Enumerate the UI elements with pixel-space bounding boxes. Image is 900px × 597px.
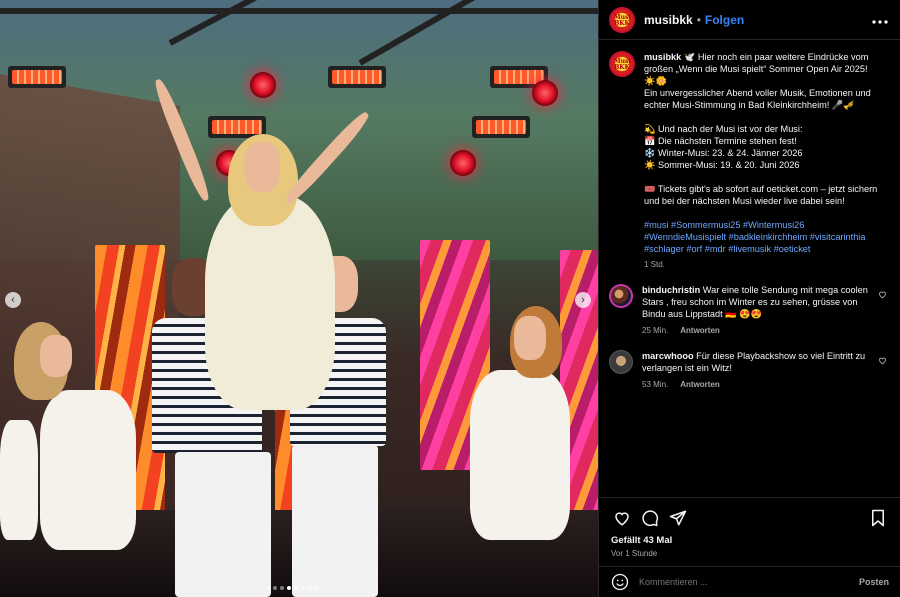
- dancer-pants: [175, 452, 271, 597]
- follow-button[interactable]: Folgen: [705, 13, 744, 27]
- post-sidebar: Musi BKK musibkk • Folgen Musi BKK musib…: [598, 0, 900, 597]
- emoji-icon[interactable]: [611, 573, 629, 591]
- bookmark-icon[interactable]: [867, 507, 889, 529]
- stage-light: [472, 116, 530, 138]
- more-horizontal-icon[interactable]: [872, 11, 888, 28]
- comment-bar: Posten: [599, 566, 900, 597]
- caption-line: ❄️ Winter-Musi: 23. & 24. Jänner 2026: [644, 148, 803, 158]
- comment-item: marcwhooo Für diese Playbackshow so viel…: [609, 350, 887, 391]
- commenter-avatar[interactable]: [609, 284, 633, 308]
- comment-time: 53 Min.: [642, 380, 669, 389]
- caption-line: Ein unvergesslicher Abend voller Musik, …: [644, 88, 871, 110]
- comment-item: binduchristin War eine tolle Sendung mit…: [609, 284, 887, 337]
- caption-text: musibkk 🕊️ Hier noch ein paar weitere Ei…: [644, 51, 880, 271]
- comment-like-heart-icon[interactable]: [878, 290, 887, 301]
- carousel-dot: [315, 586, 319, 590]
- caption-time: 1 Std.: [644, 260, 665, 269]
- spotlight: [532, 80, 558, 106]
- stage-light: [328, 66, 386, 88]
- separator-dot: •: [696, 12, 701, 27]
- stage-light: [8, 66, 66, 88]
- spotlight: [250, 72, 276, 98]
- caption-username[interactable]: musibkk: [644, 52, 681, 62]
- comment-input[interactable]: [639, 577, 859, 587]
- caption-line: 💫 Und nach der Musi ist vor der Musi:: [644, 124, 803, 134]
- comment-username[interactable]: marcwhooo: [642, 351, 694, 361]
- carousel-dot-active: [287, 586, 291, 590]
- username-link[interactable]: musibkk: [644, 13, 693, 27]
- avatar[interactable]: Musi BKK: [609, 51, 635, 77]
- commenter-avatar[interactable]: [609, 350, 633, 374]
- like-count[interactable]: Gefällt 43 Mal: [611, 535, 889, 546]
- stage-truss: [0, 8, 598, 14]
- share-send-icon[interactable]: [667, 507, 689, 529]
- chevron-right-icon[interactable]: ›: [575, 292, 591, 308]
- dancer-left: [40, 390, 136, 550]
- carousel-dots: [266, 586, 319, 590]
- dancer-edge: [0, 420, 38, 540]
- post-image[interactable]: ‹ ›: [0, 0, 598, 597]
- carousel-dot: [266, 586, 270, 590]
- post-actions: Gefällt 43 Mal Vor 1 Stunde: [599, 497, 900, 558]
- comment-username[interactable]: binduchristin: [642, 285, 700, 295]
- caption-line: ☀️ Sommer-Musi: 19. & 20. Juni 2026: [644, 160, 800, 170]
- caption-line: 🎟️ Tickets gibt's ab sofort auf oeticket…: [644, 184, 878, 206]
- comments-scroll[interactable]: Musi BKK musibkk 🕊️ Hier noch ein paar w…: [599, 41, 900, 497]
- caption: Musi BKK musibkk 🕊️ Hier noch ein paar w…: [609, 51, 887, 271]
- carousel-dot: [294, 586, 298, 590]
- reply-button[interactable]: Antworten: [680, 380, 720, 389]
- caption-line: 📅 Die nächsten Termine stehen fest!: [644, 136, 797, 146]
- chevron-left-icon[interactable]: ‹: [5, 292, 21, 308]
- dancer-face: [514, 316, 546, 360]
- spotlight: [450, 150, 476, 176]
- post-header: Musi BKK musibkk • Folgen: [599, 0, 900, 40]
- reply-button[interactable]: Antworten: [680, 326, 720, 335]
- comment-like-heart-icon[interactable]: [878, 356, 887, 367]
- heart-icon[interactable]: [611, 507, 633, 529]
- comment-icon[interactable]: [639, 507, 661, 529]
- comment-time: 25 Min.: [642, 326, 669, 335]
- avatar[interactable]: Musi BKK: [609, 6, 635, 33]
- post-comment-button[interactable]: Posten: [859, 577, 889, 587]
- post-time: Vor 1 Stunde: [611, 549, 658, 558]
- carousel-dot: [308, 586, 312, 590]
- dancer-right: [470, 370, 570, 540]
- carousel-dot: [273, 586, 277, 590]
- avatar-logo-text: Musi BKK: [614, 58, 631, 71]
- carousel-dot: [301, 586, 305, 590]
- carousel-dot: [280, 586, 284, 590]
- hashtags[interactable]: #musi #Sommermusi25 #Wintermusi26 #Wennd…: [644, 219, 880, 255]
- dancer-face: [40, 335, 72, 377]
- dancer-pants: [292, 445, 378, 597]
- singer-face: [244, 142, 280, 192]
- avatar-logo-text: Musi BKK: [614, 13, 631, 27]
- singer-dress: [205, 195, 335, 410]
